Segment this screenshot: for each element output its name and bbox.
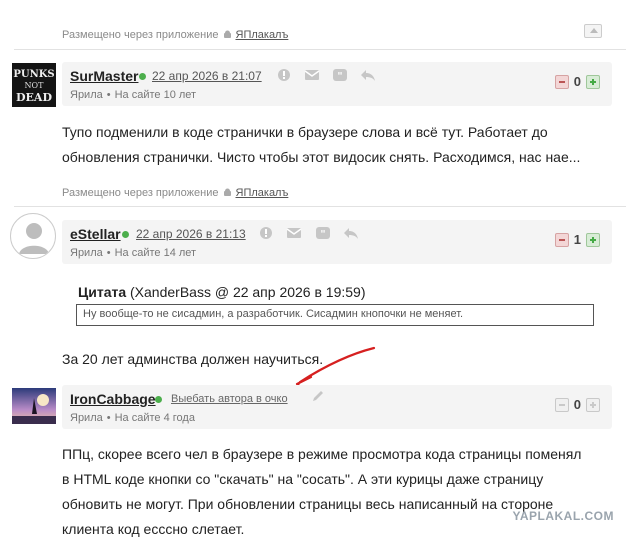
user-on-site: На сайте 4 года <box>114 412 195 424</box>
user-location: Ярила <box>70 89 103 101</box>
vote-up-icon[interactable] <box>586 397 600 412</box>
quote-box: Ну вообще-то не сисадмин, а разработчик.… <box>76 304 594 326</box>
svg-text:": " <box>320 229 325 240</box>
vote-down-icon[interactable] <box>554 397 569 412</box>
reply-icon[interactable] <box>360 68 376 82</box>
vote-score: 1 <box>573 232 581 247</box>
user-meta: Ярила • На сайте 4 года <box>70 412 195 424</box>
posted-via-line: Размещено через приложение ЯПлакалъ <box>62 29 288 41</box>
report-icon[interactable] <box>258 226 274 240</box>
posted-via-label: Размещено через приложение <box>62 29 219 41</box>
quote-label: Цитата <box>78 284 127 300</box>
avatar-image <box>12 388 56 424</box>
default-avatar-icon <box>19 223 49 254</box>
message-icon[interactable] <box>304 68 320 82</box>
vote-block: 1 <box>554 232 600 247</box>
message-icon[interactable] <box>286 226 302 240</box>
username[interactable]: IronCabbage <box>70 391 156 407</box>
divider <box>14 49 626 50</box>
quote-source: (XanderBass @ 22 апр 2026 в 19:59) <box>130 284 366 300</box>
watermark: YAPLAKAL.COM <box>512 509 614 523</box>
vote-down-icon[interactable] <box>554 232 569 247</box>
vote-block: 0 <box>554 74 600 89</box>
app-link[interactable]: ЯПлакалъ <box>236 29 289 41</box>
user-on-site: На сайте 10 лет <box>114 89 197 101</box>
user-location: Ярила <box>70 412 103 424</box>
quote-icon[interactable]: " <box>315 226 331 240</box>
comment-text: Тупо подменили в коде странички в браузе… <box>62 124 581 165</box>
svg-text:NOT: NOT <box>25 81 45 90</box>
divider <box>14 206 626 207</box>
android-icon <box>223 30 231 38</box>
avatar[interactable] <box>12 388 56 424</box>
avatar-image: PUNKS NOT DEAD <box>12 63 56 107</box>
android-icon <box>223 188 231 196</box>
posted-via-line: Размещено через приложение ЯПлакалъ <box>62 187 288 199</box>
scroll-up-icon[interactable] <box>584 24 602 38</box>
timestamp[interactable]: 22 апр 2026 в 21:07 <box>152 69 262 83</box>
vote-block: 0 <box>554 397 600 412</box>
svg-text:DEAD: DEAD <box>16 91 52 104</box>
svg-text:PUNKS: PUNKS <box>13 69 54 80</box>
svg-text:": " <box>337 71 342 82</box>
avatar[interactable]: PUNKS NOT DEAD <box>12 63 56 107</box>
user-location: Ярила <box>70 247 103 259</box>
app-link[interactable]: ЯПлакалъ <box>236 187 289 199</box>
vote-score: 0 <box>573 74 581 89</box>
comment-header: SurMaster 22 апр 2026 в 21:07 " Ярила • На… <box>62 62 612 106</box>
username[interactable]: SurMaster <box>70 68 138 84</box>
vote-up-icon[interactable] <box>586 74 600 89</box>
comment-header: eStellar 22 апр 2026 в 21:13 " Ярила • На … <box>62 220 612 264</box>
report-icon[interactable] <box>276 68 292 82</box>
vote-score: 0 <box>573 397 581 412</box>
vote-up-icon[interactable] <box>586 232 600 247</box>
comment-header: IronCabbage Выебать автора в очко Ярила •… <box>62 385 612 429</box>
online-indicator <box>122 231 129 238</box>
online-indicator <box>155 396 162 403</box>
avatar[interactable] <box>10 213 56 259</box>
quote-header: Цитата (XanderBass @ 22 апр 2026 в 19:59… <box>78 284 366 300</box>
user-meta: Ярила • На сайте 10 лет <box>70 89 197 101</box>
posted-via-label: Размещено через приложение <box>62 187 219 199</box>
reply-icon[interactable] <box>343 226 359 240</box>
edit-icon[interactable] <box>310 390 326 404</box>
username[interactable]: eStellar <box>70 226 121 242</box>
action-link[interactable]: Выебать автора в очко <box>171 393 288 405</box>
user-meta: Ярила • На сайте 14 лет <box>70 247 197 259</box>
vote-down-icon[interactable] <box>554 74 569 89</box>
comment-text: ППц, скорее всего чел в браузере в режим… <box>62 446 582 537</box>
user-on-site: На сайте 14 лет <box>114 247 197 259</box>
timestamp[interactable]: 22 апр 2026 в 21:13 <box>136 227 246 241</box>
online-indicator <box>139 73 146 80</box>
quote-icon[interactable]: " <box>332 68 348 82</box>
